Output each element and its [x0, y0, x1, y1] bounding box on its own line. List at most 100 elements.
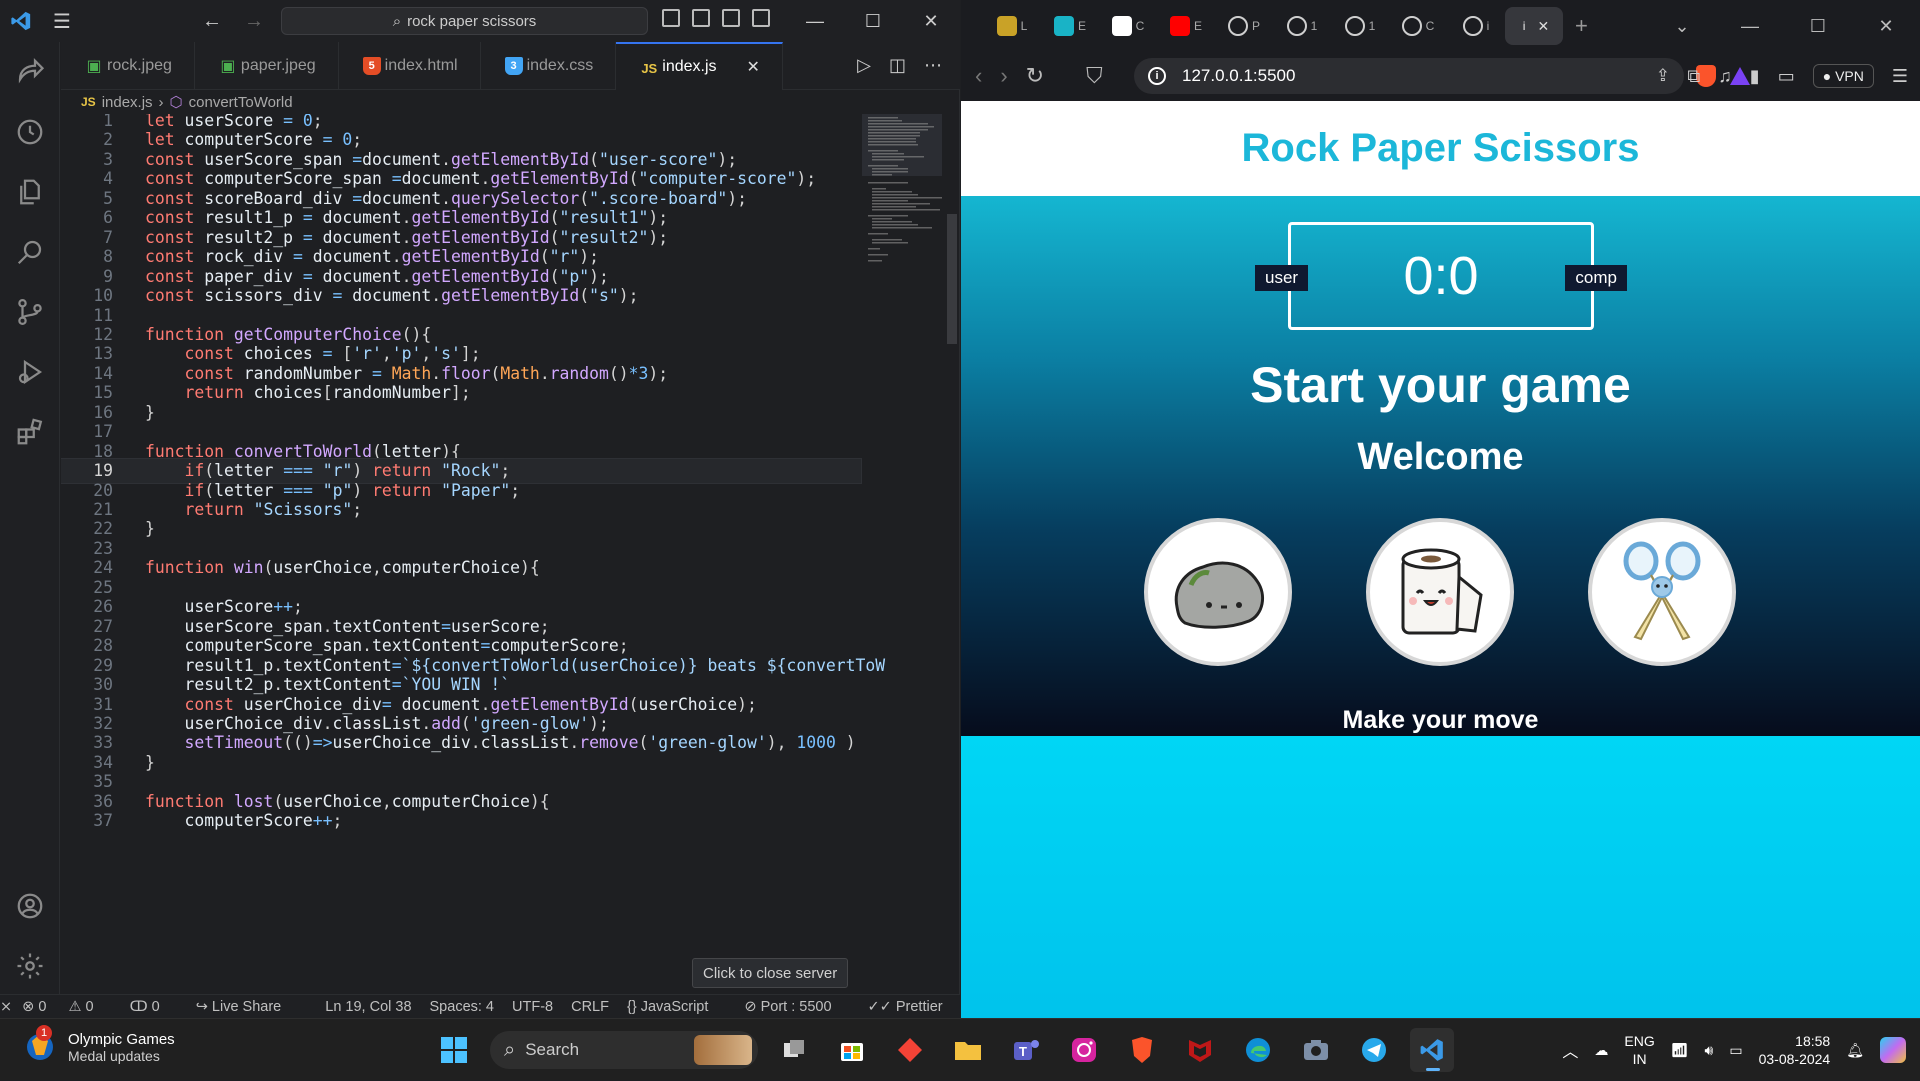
- widgets-button[interactable]: 1 Olympic Games Medal updates: [22, 1025, 175, 1065]
- explorer-icon[interactable]: [0, 162, 60, 222]
- microsoft-store-icon[interactable]: [830, 1028, 874, 1072]
- cursor-position[interactable]: Ln 19, Col 38: [325, 999, 411, 1015]
- editor-tab[interactable]: 3 index.css: [481, 42, 617, 90]
- scrollbar-thumb[interactable]: [947, 214, 957, 344]
- browser-tab[interactable]: 1: [1331, 7, 1389, 45]
- browser-tab[interactable]: 1: [1273, 7, 1331, 45]
- taskbar-search[interactable]: ⌕ Search: [490, 1031, 758, 1069]
- vscode-logo-icon[interactable]: [0, 0, 42, 42]
- editor-tab[interactable]: 5 index.html: [339, 42, 481, 90]
- close-tab-icon[interactable]: ✕: [747, 57, 760, 77]
- end-of-line[interactable]: CRLF: [571, 999, 609, 1015]
- browser-tab[interactable]: E: [1157, 7, 1215, 45]
- split-editor-icon[interactable]: ◫: [889, 55, 906, 76]
- toggle-primary-sidebar-icon[interactable]: [662, 9, 680, 27]
- breadcrumb-file[interactable]: index.js: [102, 94, 153, 111]
- browser-back-icon[interactable]: ‹: [975, 63, 982, 89]
- copilot-icon[interactable]: [1880, 1037, 1906, 1063]
- edge-icon[interactable]: [1236, 1028, 1280, 1072]
- wifi-icon[interactable]: 📶︎: [1671, 1042, 1689, 1059]
- back-arrow-icon[interactable]: ←: [202, 10, 222, 33]
- command-center[interactable]: ⌕ rock paper scissors: [281, 7, 648, 35]
- code-editor[interactable]: 1 let userScore = 0; 2 let computerScore = …: [61, 114, 960, 996]
- more-actions-icon[interactable]: ⋯: [924, 55, 942, 76]
- site-info-icon[interactable]: i: [1148, 67, 1166, 85]
- prettier-status[interactable]: ✓✓ Prettier: [868, 999, 961, 1015]
- file-explorer-icon[interactable]: [946, 1028, 990, 1072]
- language-mode[interactable]: {} JavaScript: [627, 999, 726, 1015]
- teams-icon[interactable]: T: [1004, 1028, 1048, 1072]
- start-windows-icon[interactable]: [432, 1028, 476, 1072]
- bookmark-icon[interactable]: ⛉: [1086, 63, 1103, 89]
- sidebar-icon[interactable]: ▮: [1750, 66, 1760, 87]
- remote-indicator-icon[interactable]: ⨯: [0, 999, 12, 1015]
- editor-tab[interactable]: ▣ rock.jpeg: [61, 42, 195, 90]
- live-share-status[interactable]: ↪ Live Share: [196, 999, 300, 1015]
- indentation[interactable]: Spaces: 4: [430, 999, 495, 1015]
- extensions-icon[interactable]: ⧉: [1687, 66, 1700, 87]
- search-icon[interactable]: [0, 222, 60, 282]
- editor-scrollbar[interactable]: [945, 114, 959, 996]
- rock-choice-button[interactable]: [1144, 518, 1292, 666]
- source-control-icon[interactable]: [0, 282, 60, 342]
- toggle-secondary-sidebar-icon[interactable]: [722, 9, 740, 27]
- new-tab-icon[interactable]: +: [1575, 13, 1588, 39]
- browser-close-icon[interactable]: ✕: [1852, 16, 1920, 37]
- accounts-icon[interactable]: [0, 876, 60, 936]
- app-red-diamond-icon[interactable]: [888, 1028, 932, 1072]
- run-file-icon[interactable]: ▷: [857, 55, 871, 76]
- minimap[interactable]: [862, 114, 942, 294]
- toggle-panel-icon[interactable]: [692, 9, 710, 27]
- telegram-icon[interactable]: [1352, 1028, 1396, 1072]
- run-debug-icon[interactable]: [0, 342, 60, 402]
- language-indicator[interactable]: ENG IN: [1624, 1032, 1654, 1068]
- scissors-choice-button[interactable]: [1588, 518, 1736, 666]
- browser-tab[interactable]: C: [1389, 7, 1447, 45]
- battery-icon[interactable]: ▭: [1729, 1042, 1742, 1059]
- paper-choice-button[interactable]: [1366, 518, 1514, 666]
- browser-maximize-icon[interactable]: ☐: [1784, 16, 1852, 37]
- browser-tab[interactable]: C: [1099, 7, 1157, 45]
- volume-icon[interactable]: 🔊︎: [1705, 1042, 1714, 1059]
- go-live-port[interactable]: ⊘ Port : 5500: [744, 999, 849, 1015]
- reload-icon[interactable]: ↻: [1026, 63, 1044, 89]
- clock[interactable]: 18:58 03-08-2024: [1759, 1032, 1831, 1068]
- forward-arrow-icon[interactable]: →: [244, 10, 264, 33]
- vpn-button[interactable]: ● VPN: [1812, 64, 1874, 88]
- close-browser-tab-icon[interactable]: ✕: [1537, 18, 1549, 35]
- editor-tab[interactable]: JS index.js ✕: [616, 42, 783, 90]
- minimize-icon[interactable]: —: [786, 0, 844, 42]
- show-hidden-icons-chevron-icon[interactable]: ︿: [1562, 1038, 1578, 1062]
- browser-tab[interactable]: E: [1041, 7, 1099, 45]
- settings-gear-icon[interactable]: [0, 936, 60, 996]
- ports-indicator[interactable]: ↀ 0: [130, 999, 178, 1015]
- instagram-icon[interactable]: [1062, 1028, 1106, 1072]
- wallet-icon[interactable]: ▭: [1778, 66, 1795, 87]
- camera-icon[interactable]: [1294, 1028, 1338, 1072]
- browser-minimize-icon[interactable]: —: [1716, 16, 1784, 37]
- task-view-icon[interactable]: [772, 1028, 816, 1072]
- editor-tab[interactable]: ▣ paper.jpeg: [195, 42, 339, 90]
- timeline-icon[interactable]: [0, 102, 60, 162]
- share-icon[interactable]: ⇪: [1656, 66, 1670, 86]
- close-icon[interactable]: ✕: [902, 0, 960, 42]
- maximize-icon[interactable]: ☐: [844, 0, 902, 42]
- code-line[interactable]: 37 computerScore++;: [61, 809, 861, 833]
- browser-tab[interactable]: i: [1447, 7, 1505, 45]
- browser-tab[interactable]: L: [983, 7, 1041, 45]
- browser-forward-icon[interactable]: ›: [1000, 63, 1007, 89]
- breadcrumb-symbol[interactable]: convertToWorld: [189, 94, 293, 111]
- browser-tab[interactable]: i ✕: [1505, 7, 1563, 45]
- menu-icon[interactable]: ☰: [42, 0, 82, 42]
- problems-indicator[interactable]: ⊗ 0 ⚠ 0: [22, 999, 111, 1015]
- browser-tab[interactable]: P: [1215, 7, 1273, 45]
- tab-search-chevron-icon[interactable]: ⌄: [1648, 16, 1716, 37]
- media-icon[interactable]: ♫: [1718, 66, 1732, 87]
- customize-layout-icon[interactable]: [752, 9, 770, 27]
- address-bar[interactable]: i 127.0.0.1:5500 ⇪: [1134, 58, 1684, 94]
- brave-browser-icon[interactable]: [1120, 1028, 1164, 1072]
- network-status-icon[interactable]: ☁: [1594, 1042, 1608, 1059]
- live-share-icon[interactable]: [0, 42, 60, 102]
- notification-bell-icon[interactable]: 🔔︎: [1846, 1042, 1864, 1059]
- vscode-taskbar-icon[interactable]: [1410, 1028, 1454, 1072]
